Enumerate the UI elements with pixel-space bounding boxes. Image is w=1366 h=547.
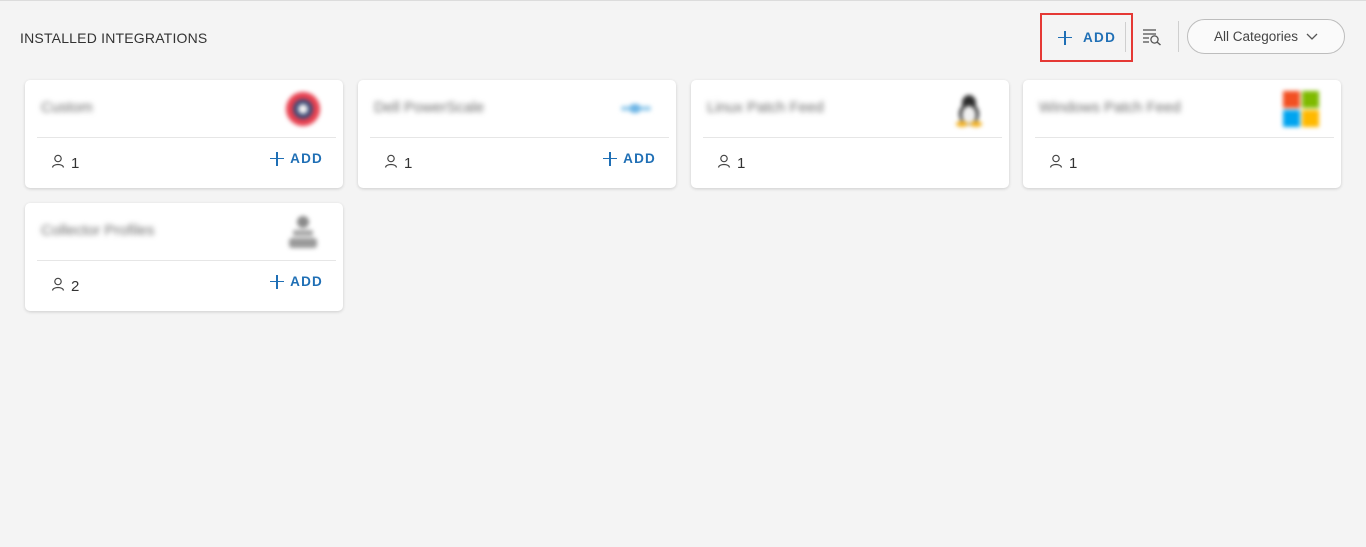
card-divider — [370, 137, 669, 138]
user-count: 1 — [737, 155, 746, 172]
add-button-label: ADD — [290, 274, 323, 289]
filter-search-icon[interactable] — [1142, 28, 1162, 46]
divider — [1178, 21, 1179, 52]
integration-card[interactable]: Linux Patch Feed 1 — [691, 80, 1009, 188]
category-dropdown[interactable]: All Categories — [1187, 19, 1345, 54]
card-divider — [37, 137, 336, 138]
add-button-label: ADD — [1083, 30, 1117, 45]
page-header: INSTALLED INTEGRATIONS ADD All Categorie… — [0, 0, 1366, 76]
plus-icon — [270, 274, 285, 289]
user-icon — [1049, 154, 1063, 168]
user-count: 2 — [71, 278, 80, 295]
plus-icon — [1058, 30, 1072, 45]
card-divider — [37, 260, 336, 261]
integration-card-title: Collector Profiles — [41, 222, 155, 239]
user-count: 1 — [71, 155, 80, 172]
page-title: INSTALLED INTEGRATIONS — [20, 30, 208, 46]
divider — [1125, 22, 1126, 52]
integration-card[interactable]: Custom 1 ADD — [25, 80, 343, 188]
add-button[interactable]: ADD — [270, 274, 323, 289]
collector-logo-icon — [283, 212, 323, 252]
add-button[interactable]: ADD — [270, 151, 323, 166]
chevron-down-icon — [1306, 33, 1318, 40]
custom-logo-icon — [283, 89, 323, 129]
card-divider — [1035, 137, 1334, 138]
integration-card[interactable]: Collector Profiles 2 ADD — [25, 203, 343, 311]
category-dropdown-value: All Categories — [1213, 29, 1299, 44]
integration-card-title: Dell PowerScale — [374, 99, 485, 116]
plus-icon — [270, 151, 285, 166]
user-icon — [51, 277, 65, 291]
add-button-label: ADD — [290, 151, 323, 166]
add-integration-button[interactable]: ADD — [1040, 13, 1133, 62]
user-icon — [717, 154, 731, 168]
user-icon — [384, 154, 398, 168]
user-icon — [51, 154, 65, 168]
integration-card-title: Linux Patch Feed — [707, 99, 824, 116]
add-button[interactable]: ADD — [603, 151, 656, 166]
windows-logo-icon — [1281, 89, 1321, 129]
integration-card[interactable]: Windows Patch Feed 1 — [1023, 80, 1341, 188]
add-button-label: ADD — [623, 151, 656, 166]
integration-card-title: Custom — [41, 99, 93, 116]
user-count: 1 — [404, 155, 413, 172]
user-count: 1 — [1069, 155, 1078, 172]
integration-card[interactable]: Dell PowerScale 1 ADD — [358, 80, 676, 188]
plus-icon — [603, 151, 618, 166]
dell-logo-icon — [616, 89, 656, 129]
card-divider — [703, 137, 1002, 138]
integration-card-title: Windows Patch Feed — [1039, 99, 1181, 116]
linux-logo-icon — [949, 89, 989, 129]
